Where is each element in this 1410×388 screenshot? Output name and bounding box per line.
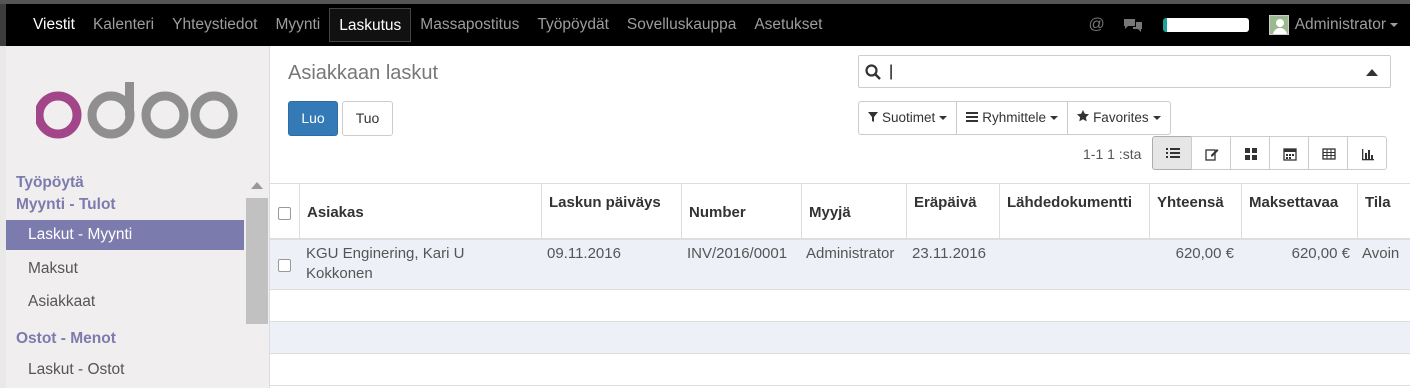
filters-dropdown[interactable]: Suotimet <box>858 101 958 135</box>
invoice-date-cell: 09.11.2016 <box>547 245 621 262</box>
menu-item-asetukset[interactable]: Asetukset <box>745 8 831 42</box>
scrollbar-thumb[interactable] <box>246 198 268 324</box>
customer-cell: KGU Enginering, Kari U <box>306 245 465 262</box>
sidebar-edge <box>0 46 6 388</box>
table-icon <box>1322 148 1336 160</box>
star-icon <box>1077 102 1090 134</box>
menu-item-kalenteri[interactable]: Kalenteri <box>84 8 163 42</box>
page-title: Asiakkaan laskut <box>288 62 439 84</box>
sidebar-item-payments[interactable]: Maksut <box>6 254 244 284</box>
bar-chart-icon <box>1362 149 1374 161</box>
chevron-down-icon <box>1050 116 1059 121</box>
empty-row <box>270 322 1410 354</box>
table-row[interactable]: KGU Enginering, Kari U Kokkonen 09.11.20… <box>270 240 1410 290</box>
scroll-up-icon[interactable] <box>251 182 263 189</box>
favorites-dropdown[interactable]: Favorites <box>1067 101 1171 135</box>
list-view-icon <box>1166 148 1180 158</box>
column-header[interactable]: Eräpäivä <box>906 184 999 239</box>
main-content: Asiakkaan laskut Luo Tuo Suotimet Ryhmit… <box>270 46 1410 388</box>
menu-item-tyopoydat[interactable]: Työpöydät <box>528 8 618 42</box>
sidebar-item-customers[interactable]: Asiakkaat <box>6 287 244 317</box>
sidebar-dashboard-link[interactable]: Työpöytä <box>16 174 84 192</box>
column-header[interactable]: Tila <box>1357 184 1410 239</box>
empty-row <box>270 290 1410 322</box>
sidebar-section-purchases: Ostot - Menot <box>16 330 116 347</box>
menu-item-yhteystiedot[interactable]: Yhteystiedot <box>163 8 266 42</box>
search-options-toggle-icon[interactable] <box>1366 69 1378 76</box>
kanban-view-button[interactable] <box>1230 136 1270 170</box>
amount-due-cell: 620,00 € <box>1291 245 1350 262</box>
view-switcher <box>1152 136 1387 170</box>
list-view-button[interactable] <box>1152 136 1192 170</box>
empty-row <box>270 354 1410 386</box>
calendar-view-button[interactable] <box>1269 136 1309 170</box>
calendar-icon <box>1283 148 1297 161</box>
filters-label: Suotimet <box>882 110 936 125</box>
total-cell: 620,00 € <box>1175 245 1234 262</box>
edit-icon <box>1205 149 1219 161</box>
main-menu: Viestit Kalenteri Yhteystiedot Myynti La… <box>24 4 831 46</box>
customer-cell-line2: Kokkonen <box>306 265 373 282</box>
sidebar-item-customer-invoices[interactable]: Laskut - Myynti <box>6 220 244 250</box>
sidebar-scrollbar[interactable] <box>246 176 268 388</box>
select-all-checkbox[interactable] <box>278 207 291 220</box>
user-avatar[interactable] <box>1268 15 1289 35</box>
invoice-number-cell: INV/2016/0001 <box>687 245 788 262</box>
list-icon <box>966 102 979 134</box>
group-by-dropdown[interactable]: Ryhmittele <box>956 101 1069 135</box>
chevron-down-icon <box>939 116 948 121</box>
group-by-label: Ryhmittele <box>982 110 1047 125</box>
navbar-right: @ Administrator <box>1088 4 1410 46</box>
search-icon <box>865 64 881 80</box>
top-navbar: Viestit Kalenteri Yhteystiedot Myynti La… <box>0 0 1410 46</box>
column-header[interactable]: Maksettavaa <box>1241 184 1357 239</box>
menu-item-myynti[interactable]: Myynti <box>266 8 329 42</box>
user-name: Administrator <box>1294 16 1386 33</box>
menu-item-sovelluskauppa[interactable]: Sovelluskauppa <box>618 8 745 42</box>
chevron-down-icon <box>1152 116 1161 121</box>
column-header[interactable]: Yhteensä <box>1149 184 1241 239</box>
search-box[interactable] <box>858 55 1391 88</box>
sidebar-section-sales: Myynti - Tulot <box>16 196 116 213</box>
column-header[interactable]: Lähdedokumentti <box>999 184 1149 239</box>
status-cell: Avoin <box>1362 245 1400 262</box>
due-date-cell: 23.11.2016 <box>912 245 986 262</box>
column-header[interactable]: Laskun päiväys <box>541 184 681 239</box>
search-filters: Suotimet Ryhmittele Favorites <box>858 101 1171 135</box>
navbar-left-edge <box>0 4 6 46</box>
create-button[interactable]: Luo <box>288 101 338 136</box>
column-header[interactable]: Myyjä <box>801 184 906 239</box>
odoo-logo[interactable] <box>36 82 238 142</box>
menu-item-laskutus[interactable]: Laskutus <box>329 8 412 42</box>
chat-icon[interactable] <box>1123 17 1143 33</box>
sidebar-item-vendor-bills[interactable]: Laskut - Ostot <box>6 355 244 385</box>
favorites-label: Favorites <box>1093 110 1149 125</box>
graph-view-button[interactable] <box>1347 136 1387 170</box>
table-header: Asiakas Laskun päiväys Number Myyjä Eräp… <box>270 183 1410 240</box>
chevron-down-icon <box>1390 22 1398 27</box>
sidebar: Työpöytä Myynti - Tulot Laskut - Myynti … <box>0 46 270 388</box>
menu-item-viestit[interactable]: Viestit <box>24 8 84 42</box>
form-view-button[interactable] <box>1191 136 1231 170</box>
column-header[interactable]: Asiakas <box>299 184 541 239</box>
row-checkbox[interactable] <box>278 259 291 272</box>
pivot-view-button[interactable] <box>1308 136 1348 170</box>
kanban-icon <box>1245 148 1257 160</box>
column-header[interactable]: Number <box>681 184 801 239</box>
search-input[interactable] <box>889 60 1349 84</box>
mention-icon[interactable]: @ <box>1088 16 1104 34</box>
user-menu[interactable]: Administrator <box>1295 16 1398 34</box>
pager-value[interactable]: 1-1 1 :sta <box>1083 146 1141 162</box>
filter-icon <box>868 102 878 134</box>
import-button[interactable]: Tuo <box>342 101 393 136</box>
progress-bar <box>1162 18 1249 32</box>
menu-item-massapostitus[interactable]: Massapostitus <box>411 8 528 42</box>
salesperson-cell: Administrator <box>806 245 895 262</box>
